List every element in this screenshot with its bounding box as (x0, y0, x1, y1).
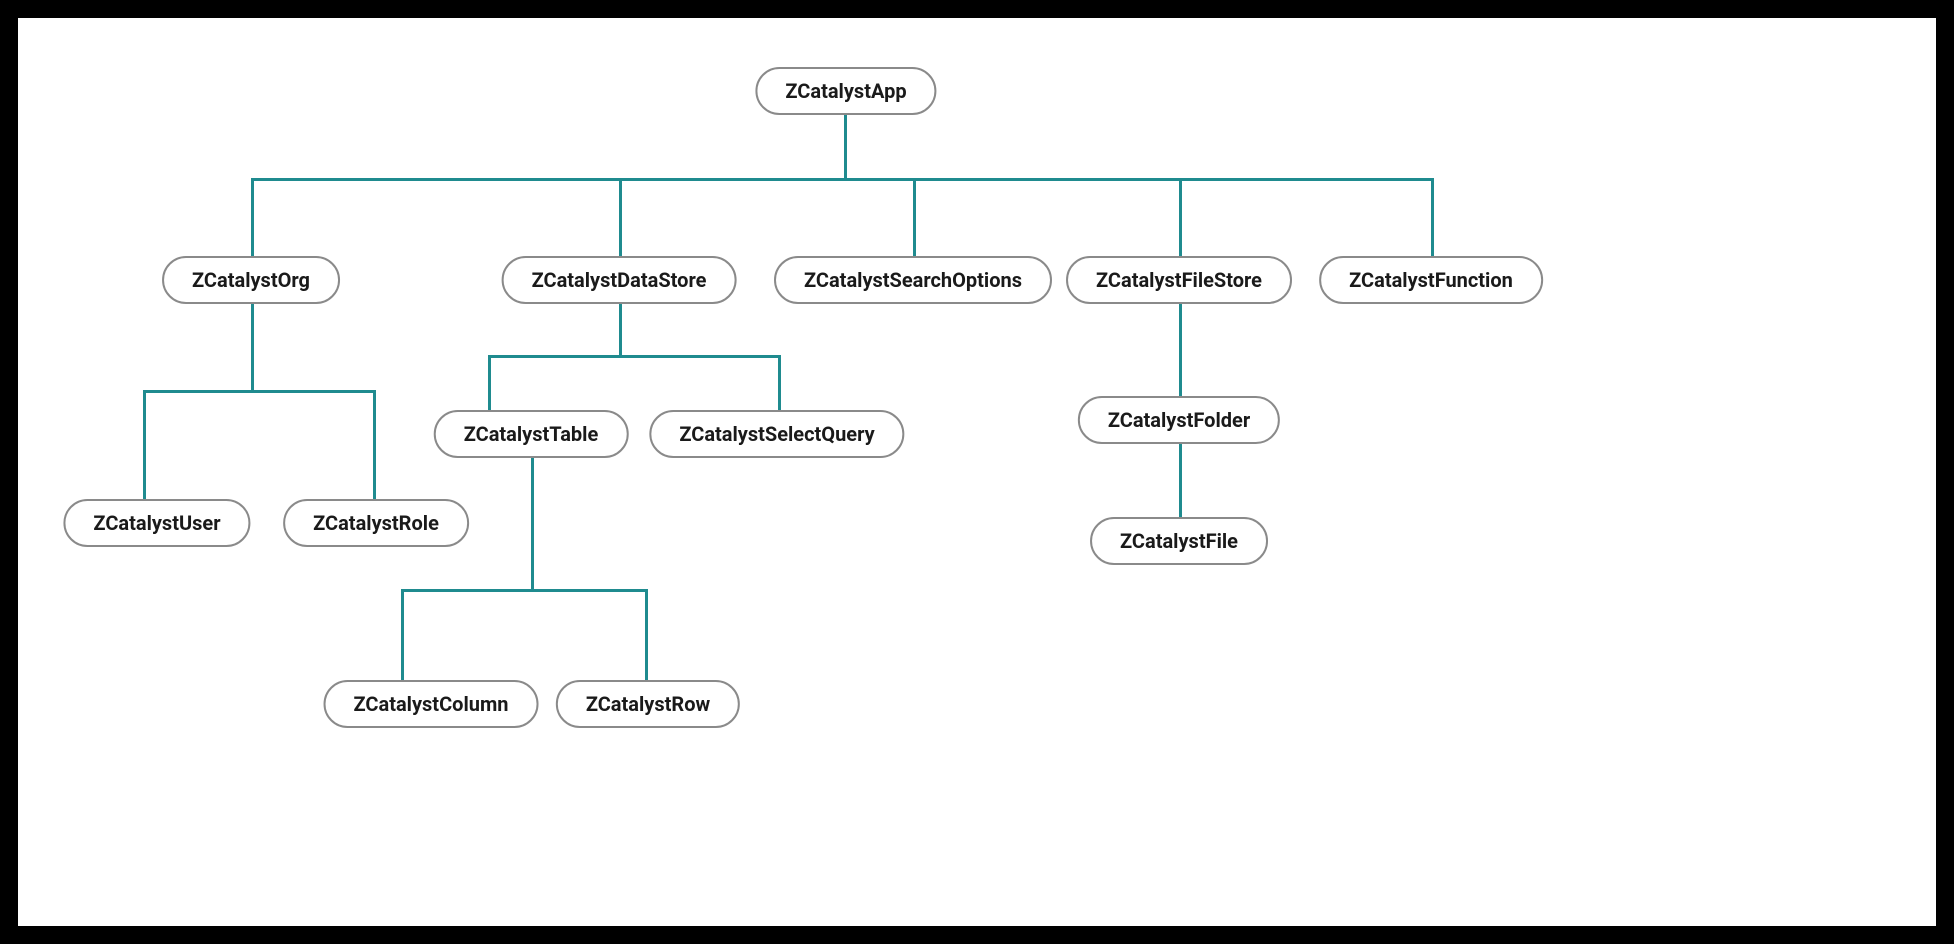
node-row: ZCatalystRow (556, 680, 740, 728)
edge (619, 178, 622, 258)
edge (778, 355, 781, 413)
edge (1431, 178, 1434, 258)
edge (1179, 300, 1182, 398)
edge (531, 454, 534, 589)
node-folder: ZCatalystFolder (1078, 396, 1280, 444)
edge (401, 589, 648, 592)
node-user: ZCatalystUser (63, 499, 250, 547)
edge (619, 300, 622, 355)
edge (373, 390, 376, 501)
edge (251, 178, 254, 258)
edge (401, 589, 404, 682)
edge (913, 178, 916, 258)
diagram-canvas: ZCatalystApp ZCatalystOrg ZCatalystDataS… (18, 18, 1936, 926)
node-file: ZCatalystFile (1090, 517, 1268, 565)
node-filestore: ZCatalystFileStore (1066, 256, 1292, 304)
node-org: ZCatalystOrg (162, 256, 340, 304)
node-selectquery: ZCatalystSelectQuery (649, 410, 904, 458)
edge (645, 589, 648, 682)
node-datastore: ZCatalystDataStore (502, 256, 737, 304)
node-app: ZCatalystApp (755, 67, 936, 115)
edge (143, 390, 146, 501)
edge (1179, 440, 1182, 519)
edge (1179, 178, 1182, 258)
node-column: ZCatalystColumn (324, 680, 539, 728)
edge (143, 390, 376, 393)
edge (251, 300, 254, 390)
edge (844, 111, 847, 181)
node-table: ZCatalystTable (434, 410, 629, 458)
edge (251, 178, 1434, 181)
node-search: ZCatalystSearchOptions (774, 256, 1052, 304)
node-role: ZCatalystRole (283, 499, 469, 547)
edge (488, 355, 491, 413)
edge (488, 355, 781, 358)
node-function: ZCatalystFunction (1319, 256, 1543, 304)
